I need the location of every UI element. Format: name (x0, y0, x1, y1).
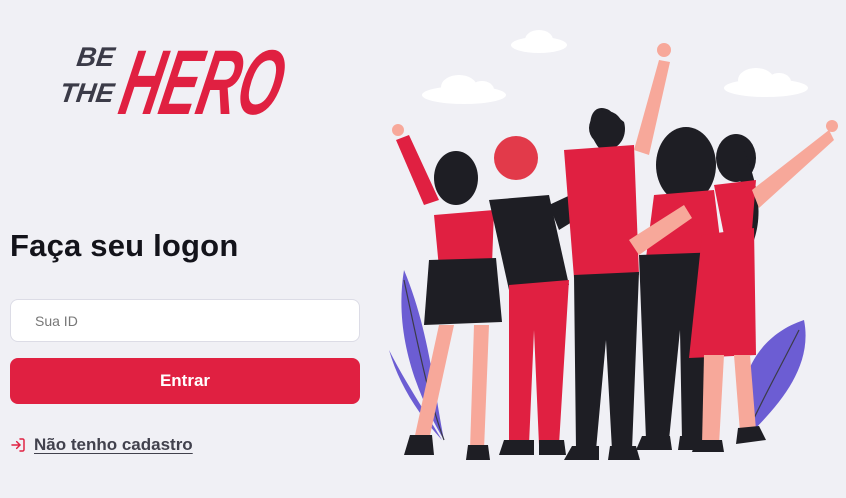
register-link[interactable]: Não tenho cadastro (10, 435, 193, 455)
cloud-icon (422, 30, 808, 104)
be-the-hero-logo: BE THE HERO (58, 31, 294, 132)
login-button[interactable]: Entrar (10, 358, 360, 404)
logo-the-text: THE (58, 77, 117, 108)
logo-be-text: BE (75, 41, 118, 72)
page-title: Faça seu logon (10, 228, 239, 263)
heroes-group-illustration (389, 30, 838, 460)
log-in-icon (11, 438, 25, 452)
register-link-label: Não tenho cadastro (34, 435, 193, 454)
id-input[interactable] (10, 299, 360, 342)
logo-hero-text: HERO (112, 31, 294, 132)
